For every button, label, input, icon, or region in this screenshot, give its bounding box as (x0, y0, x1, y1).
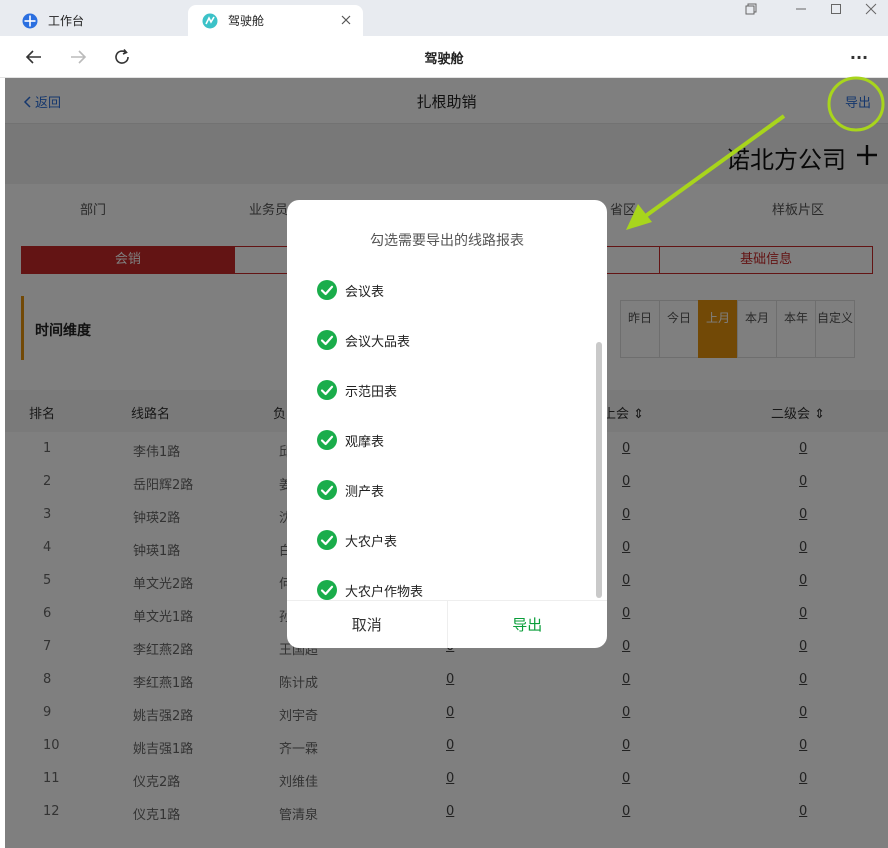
report-option[interactable]: 会议表 (317, 279, 384, 301)
more-menu-icon[interactable]: ··· (846, 45, 872, 69)
browser-tab-bar: 工作台 驾驶舱 (0, 0, 888, 36)
export-dialog: 勾选需要导出的线路报表 会议表会议大品表示范田表观摩表测产表大农户表大农户作物表… (287, 200, 607, 648)
minimize-icon[interactable] (788, 0, 814, 18)
option-label: 大农户表 (345, 534, 398, 550)
close-tab-icon[interactable] (339, 13, 353, 27)
checked-circle-icon (317, 430, 337, 450)
dialog-footer: 取消 导出 (287, 600, 607, 648)
tab-label: 工作台 (48, 14, 85, 28)
checked-circle-icon (317, 480, 337, 500)
workbench-icon (22, 13, 38, 28)
tab-cockpit[interactable]: 驾驶舱 (188, 5, 363, 36)
report-option[interactable]: 示范田表 (317, 379, 397, 401)
cockpit-icon (202, 13, 218, 28)
report-option[interactable]: 测产表 (317, 479, 384, 501)
dialog-title: 勾选需要导出的线路报表 (370, 233, 524, 249)
checked-circle-icon (317, 330, 337, 350)
option-label: 大农户作物表 (345, 584, 424, 600)
cancel-button[interactable]: 取消 (287, 601, 448, 648)
checked-circle-icon (317, 280, 337, 300)
confirm-export-button[interactable]: 导出 (448, 601, 608, 648)
option-label: 会议表 (345, 284, 385, 300)
option-label: 观摩表 (345, 434, 385, 450)
refresh-icon[interactable] (110, 45, 134, 69)
report-option[interactable]: 大农户表 (317, 529, 397, 551)
back-arrow-icon[interactable] (22, 45, 46, 69)
forward-arrow-icon[interactable] (66, 45, 90, 69)
option-label: 测产表 (345, 484, 385, 500)
browser-nav-bar: 驾驶舱 ··· (0, 36, 888, 78)
option-label: 会议大品表 (345, 334, 411, 350)
option-label: 示范田表 (345, 384, 398, 400)
checked-circle-icon (317, 530, 337, 550)
scrollbar[interactable] (596, 342, 602, 598)
report-option[interactable]: 会议大品表 (317, 329, 410, 351)
maximize-icon[interactable] (823, 0, 849, 18)
restore-window-icon[interactable] (738, 0, 764, 18)
checked-circle-icon (317, 380, 337, 400)
checked-circle-icon (317, 580, 337, 600)
tab-workbench[interactable]: 工作台 (8, 5, 186, 36)
report-option[interactable]: 大农户作物表 (317, 579, 423, 601)
report-option[interactable]: 观摩表 (317, 429, 384, 451)
tab-label: 驾驶舱 (228, 14, 265, 28)
close-window-icon[interactable] (858, 0, 884, 18)
